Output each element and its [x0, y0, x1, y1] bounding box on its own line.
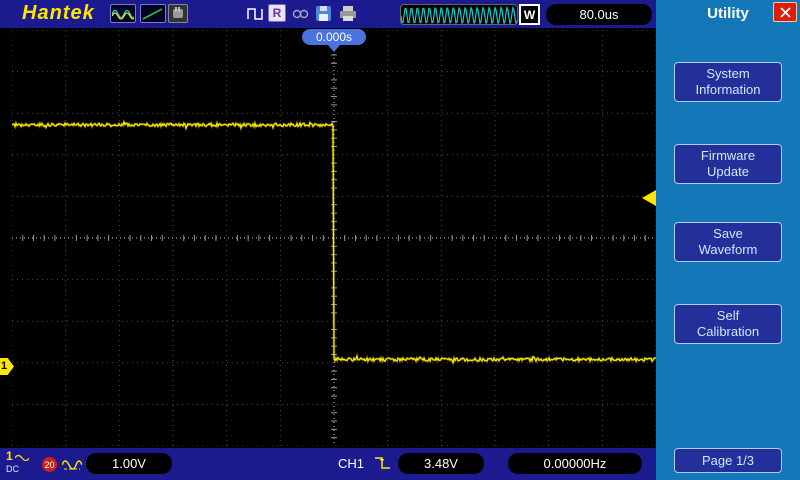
printer-glyph	[339, 6, 357, 21]
volts-div-display: 1.00V	[86, 453, 172, 474]
print-button[interactable]	[338, 4, 358, 22]
link-glyph	[292, 8, 310, 20]
trigger-time-badge: 0.000s	[302, 29, 366, 45]
coupling-label: DC	[6, 463, 19, 476]
coupling-wave-glyph	[62, 455, 82, 471]
top-bar: Hantek R	[0, 0, 656, 28]
channel1-status: 1 DC	[6, 450, 29, 476]
brand-logo: Hantek	[22, 2, 95, 25]
timebase-display: 80.0us	[546, 4, 652, 25]
pulse-mode-button[interactable]	[246, 4, 264, 22]
dual-waveform-icon	[110, 4, 136, 23]
ac-wave-icon	[15, 453, 29, 461]
ramp-icon	[140, 4, 166, 23]
pulse-glyph	[247, 6, 264, 21]
hand-glyph	[171, 7, 185, 20]
ramp-glyph	[142, 7, 164, 21]
menu-sidebar: Utility System Information Firmware Upda…	[656, 0, 800, 480]
frequency-counter: 0.00000Hz	[508, 453, 642, 474]
window-indicator: W	[519, 4, 540, 25]
trigger-level-display: 3.48V	[398, 453, 484, 474]
waveform-display: 0.000s 1	[0, 28, 656, 448]
page-button[interactable]: Page 1/3	[674, 448, 782, 473]
preview-wave	[401, 5, 517, 25]
dual-waveform-glyph	[112, 7, 134, 21]
record-button[interactable]: R	[268, 4, 286, 22]
bandwidth-badge: 20	[42, 457, 57, 472]
self-calibration-button[interactable]: Self Calibration	[674, 304, 782, 344]
waveform-preview	[400, 4, 518, 25]
trigger-slope-icon	[374, 455, 392, 476]
system-information-button[interactable]: System Information	[674, 62, 782, 102]
floppy-glyph	[316, 6, 331, 21]
link-icon	[292, 5, 310, 23]
status-bar: 1 DC 20 1.00V CH1 3.48V 0.00000Hz	[0, 448, 656, 480]
channel1-number: 1	[6, 450, 13, 463]
close-button[interactable]	[773, 2, 797, 22]
trigger-source-label: CH1	[338, 456, 364, 471]
hand-icon	[168, 4, 188, 23]
save-waveform-button[interactable]: Save Waveform	[674, 222, 782, 262]
coupling-wave-icon	[62, 455, 82, 476]
falling-edge-glyph	[374, 455, 392, 471]
firmware-update-button[interactable]: Firmware Update	[674, 144, 782, 184]
graticule	[12, 30, 656, 446]
close-icon	[780, 7, 791, 18]
trigger-position-pointer	[328, 45, 340, 52]
oscilloscope-screen: Hantek R	[0, 0, 800, 480]
save-button[interactable]	[314, 4, 332, 22]
